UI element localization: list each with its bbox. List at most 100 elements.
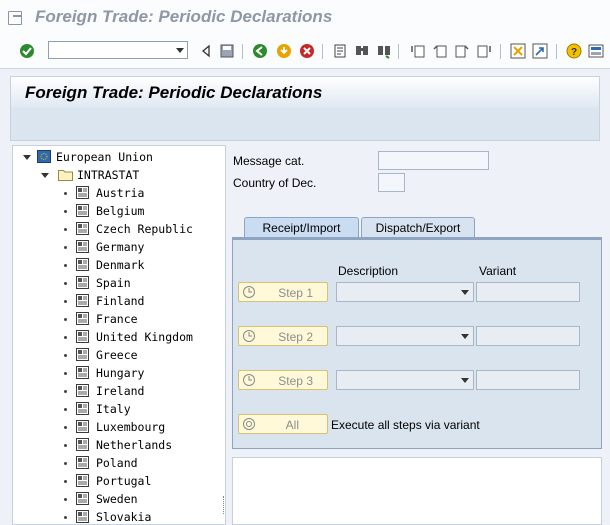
chevron-down-icon[interactable] — [461, 334, 469, 339]
toolbar-separator — [322, 44, 323, 59]
step-3-button[interactable]: Step 3 — [238, 370, 328, 390]
report-variant-icon — [76, 420, 89, 433]
tree-node-country[interactable]: Luxembourg — [13, 418, 225, 436]
step-2-variant-input[interactable] — [476, 326, 580, 346]
tree-node-country[interactable]: Denmark — [13, 256, 225, 274]
tree-node-country[interactable]: Spain — [13, 274, 225, 292]
toolbar-separator — [242, 44, 243, 59]
tree-node-label: Hungary — [96, 366, 145, 380]
tree-node-country[interactable]: Netherlands — [13, 436, 225, 454]
save-icon[interactable] — [219, 43, 235, 59]
country-of-dec-input[interactable] — [378, 173, 405, 192]
tree-node-country[interactable]: Portugal — [13, 472, 225, 490]
report-variant-icon — [76, 384, 89, 397]
tree-node-country[interactable]: Ireland — [13, 382, 225, 400]
tree-node-european-union[interactable]: European Union — [13, 148, 225, 166]
tree-node-country[interactable]: Italy — [13, 400, 225, 418]
tree-node-country[interactable]: Finland — [13, 292, 225, 310]
find-icon[interactable] — [354, 43, 370, 59]
report-variant-icon — [76, 240, 89, 253]
clock-execute-icon — [243, 374, 255, 386]
tree-node-country[interactable]: Belgium — [13, 202, 225, 220]
expand-triangle-icon[interactable] — [41, 173, 49, 178]
enter-checkmark-icon[interactable] — [19, 43, 35, 59]
variant-column-header: Variant — [479, 264, 517, 278]
execute-all-icon — [243, 418, 255, 430]
chevron-down-icon[interactable] — [461, 378, 469, 383]
report-variant-icon — [76, 204, 89, 217]
tree-bullet-icon — [64, 444, 67, 447]
tree-node-label: Netherlands — [96, 438, 173, 452]
step-3-variant-input[interactable] — [476, 370, 580, 390]
chevron-down-icon[interactable] — [176, 48, 184, 53]
step-1-variant-input[interactable] — [476, 282, 580, 302]
tree-bullet-icon — [64, 426, 67, 429]
menu-exit-icon[interactable] — [8, 11, 22, 25]
all-steps-button[interactable]: All — [238, 414, 328, 434]
tree-node-intrastat[interactable]: INTRASTAT — [13, 166, 225, 184]
create-session-icon[interactable] — [510, 43, 526, 59]
message-cat-input[interactable] — [378, 151, 489, 170]
toolbar-separator — [500, 44, 501, 59]
tree-node-label: Spain — [96, 276, 131, 290]
first-page-icon[interactable] — [410, 43, 426, 59]
execute-all-description: Execute all steps via variant — [331, 418, 480, 432]
tree-bullet-icon — [64, 408, 67, 411]
step-1-description-select[interactable] — [336, 282, 474, 302]
layout-menu-icon[interactable] — [588, 43, 604, 59]
report-variant-icon — [76, 312, 89, 325]
tree-bullet-icon — [64, 282, 67, 285]
tree-node-country[interactable]: United Kingdom — [13, 328, 225, 346]
clock-execute-icon — [243, 286, 255, 298]
tree-node-country[interactable]: Poland — [13, 454, 225, 472]
report-variant-icon — [76, 222, 89, 235]
step-3-description-select[interactable] — [336, 370, 474, 390]
report-variant-icon — [76, 474, 89, 487]
tree-bullet-icon — [64, 318, 67, 321]
tree-node-country[interactable]: Sweden — [13, 490, 225, 508]
previous-page-icon[interactable] — [432, 43, 448, 59]
tree-node-country[interactable]: France — [13, 310, 225, 328]
report-variant-icon — [76, 186, 89, 199]
tree-node-country[interactable]: Hungary — [13, 364, 225, 382]
tree-node-country[interactable]: Greece — [13, 346, 225, 364]
step-2-description-select[interactable] — [336, 326, 474, 346]
report-variant-icon — [76, 510, 89, 523]
help-icon[interactable]: ? — [566, 43, 582, 59]
country-of-dec-label: Country of Dec. — [233, 176, 317, 190]
tree-node-country[interactable]: Germany — [13, 238, 225, 256]
back-icon[interactable] — [198, 43, 214, 59]
resize-handle[interactable] — [223, 496, 225, 514]
print-icon[interactable] — [332, 43, 348, 59]
report-variant-icon — [76, 258, 89, 271]
tree-bullet-icon — [64, 210, 67, 213]
tree-node-label: Luxembourg — [96, 420, 166, 434]
last-page-icon[interactable] — [476, 43, 492, 59]
tab-receipt-import[interactable]: Receipt/Import — [244, 217, 359, 239]
tree-node-country[interactable]: Austria — [13, 184, 225, 202]
report-variant-icon — [76, 276, 89, 289]
report-variant-icon — [76, 402, 89, 415]
exit-icon[interactable] — [276, 43, 292, 59]
page-title: Foreign Trade: Periodic Declarations — [25, 83, 323, 102]
shortcut-icon[interactable] — [532, 43, 548, 59]
report-variant-icon — [76, 294, 89, 307]
eu-flag-icon — [37, 150, 51, 163]
tree-bullet-icon — [64, 264, 67, 267]
expand-triangle-icon[interactable] — [23, 155, 31, 160]
next-page-icon[interactable] — [454, 43, 470, 59]
cancel-icon[interactable] — [299, 43, 315, 59]
find-next-icon[interactable] — [376, 43, 392, 59]
message-cat-label: Message cat. — [233, 154, 305, 168]
tab-dispatch-export[interactable]: Dispatch/Export — [361, 217, 475, 239]
step-2-button[interactable]: Step 2 — [238, 326, 328, 346]
command-field[interactable] — [48, 41, 188, 59]
tree-bullet-icon — [64, 228, 67, 231]
chevron-down-icon[interactable] — [461, 290, 469, 295]
back-arrow-icon[interactable] — [252, 43, 268, 59]
tree-node-country[interactable]: Czech Republic — [13, 220, 225, 238]
standard-toolbar: ? — [0, 36, 610, 69]
tree-bullet-icon — [64, 372, 67, 375]
tree-node-country[interactable]: Slovakia — [13, 508, 225, 524]
step-1-button[interactable]: Step 1 — [238, 282, 328, 302]
